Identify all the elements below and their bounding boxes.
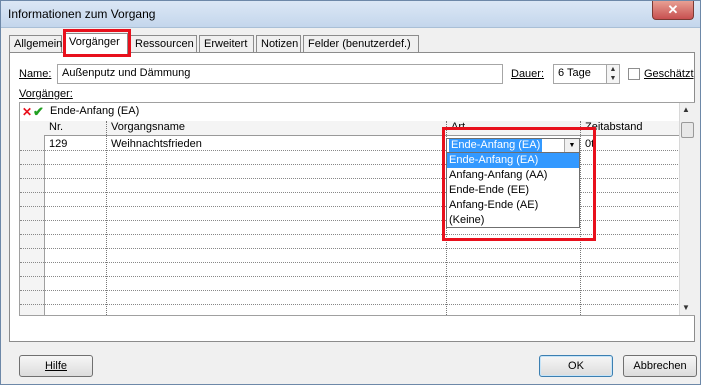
- duration-input[interactable]: 6 Tage: [553, 64, 607, 84]
- scroll-up-icon[interactable]: ▲: [682, 105, 690, 114]
- stepper-down-icon[interactable]: ▼: [607, 74, 619, 83]
- tab-advanced[interactable]: Erweitert: [199, 35, 254, 52]
- help-button-label: Hilfe: [44, 360, 67, 372]
- scroll-down-icon[interactable]: ▼: [682, 303, 690, 312]
- grid-edit-value[interactable]: Ende-Anfang (EA): [50, 105, 139, 117]
- cancel-x-icon[interactable]: ✕: [22, 105, 32, 119]
- predecessors-label: Vorgänger:: [19, 88, 73, 100]
- column-header-lag[interactable]: Zeitabstand: [582, 121, 680, 133]
- estimated-checkbox[interactable]: [628, 68, 640, 80]
- row-divider: [20, 276, 680, 277]
- duration-label: Dauer:: [511, 68, 545, 80]
- ok-button[interactable]: OK: [539, 355, 613, 377]
- vertical-scrollbar[interactable]: ▲ ▼: [679, 103, 696, 315]
- row-divider: [20, 304, 680, 305]
- cell-nr[interactable]: 129: [46, 138, 104, 150]
- column-header-task-name[interactable]: Vorgangsname: [108, 121, 438, 133]
- tab-notes[interactable]: Notizen: [256, 35, 301, 52]
- close-button[interactable]: ✕: [652, 1, 694, 20]
- column-header-nr[interactable]: Nr.: [46, 121, 106, 133]
- duration-stepper[interactable]: ▲ ▼: [606, 64, 620, 84]
- tab-resources[interactable]: Ressourcen: [130, 35, 197, 52]
- help-button[interactable]: Hilfe: [19, 355, 93, 377]
- ok-button-label: OK: [568, 360, 584, 372]
- name-label: Name:: [19, 68, 52, 80]
- tab-general[interactable]: Allgemein: [9, 35, 62, 52]
- grid-edit-bar: ✕ ✔ Ende-Anfang (EA): [20, 103, 680, 122]
- cell-task-name[interactable]: Weihnachtsfrieden: [108, 138, 438, 150]
- stepper-up-icon[interactable]: ▲: [607, 65, 619, 74]
- cancel-button-label: Abbrechen: [633, 360, 687, 372]
- highlight-box-dropdown: [442, 127, 596, 241]
- scroll-thumb[interactable]: [681, 122, 694, 138]
- row-divider: [20, 262, 680, 263]
- task-information-dialog: Informationen zum Vorgang ✕ Allgemein Vo…: [0, 0, 701, 385]
- title-bar: Informationen zum Vorgang: [1, 1, 700, 28]
- highlight-box-tab: [63, 29, 131, 57]
- tab-custom-fields[interactable]: Felder (benutzerdef.): [303, 35, 419, 52]
- cancel-button[interactable]: Abbrechen: [623, 355, 697, 377]
- task-name-input[interactable]: Außenputz und Dämmung: [57, 64, 503, 84]
- window-title: Informationen zum Vorgang: [8, 7, 156, 21]
- row-divider: [20, 290, 680, 291]
- accept-check-icon[interactable]: ✔: [33, 104, 44, 120]
- estimated-label: Geschätzt: [644, 68, 694, 80]
- row-divider: [20, 248, 680, 249]
